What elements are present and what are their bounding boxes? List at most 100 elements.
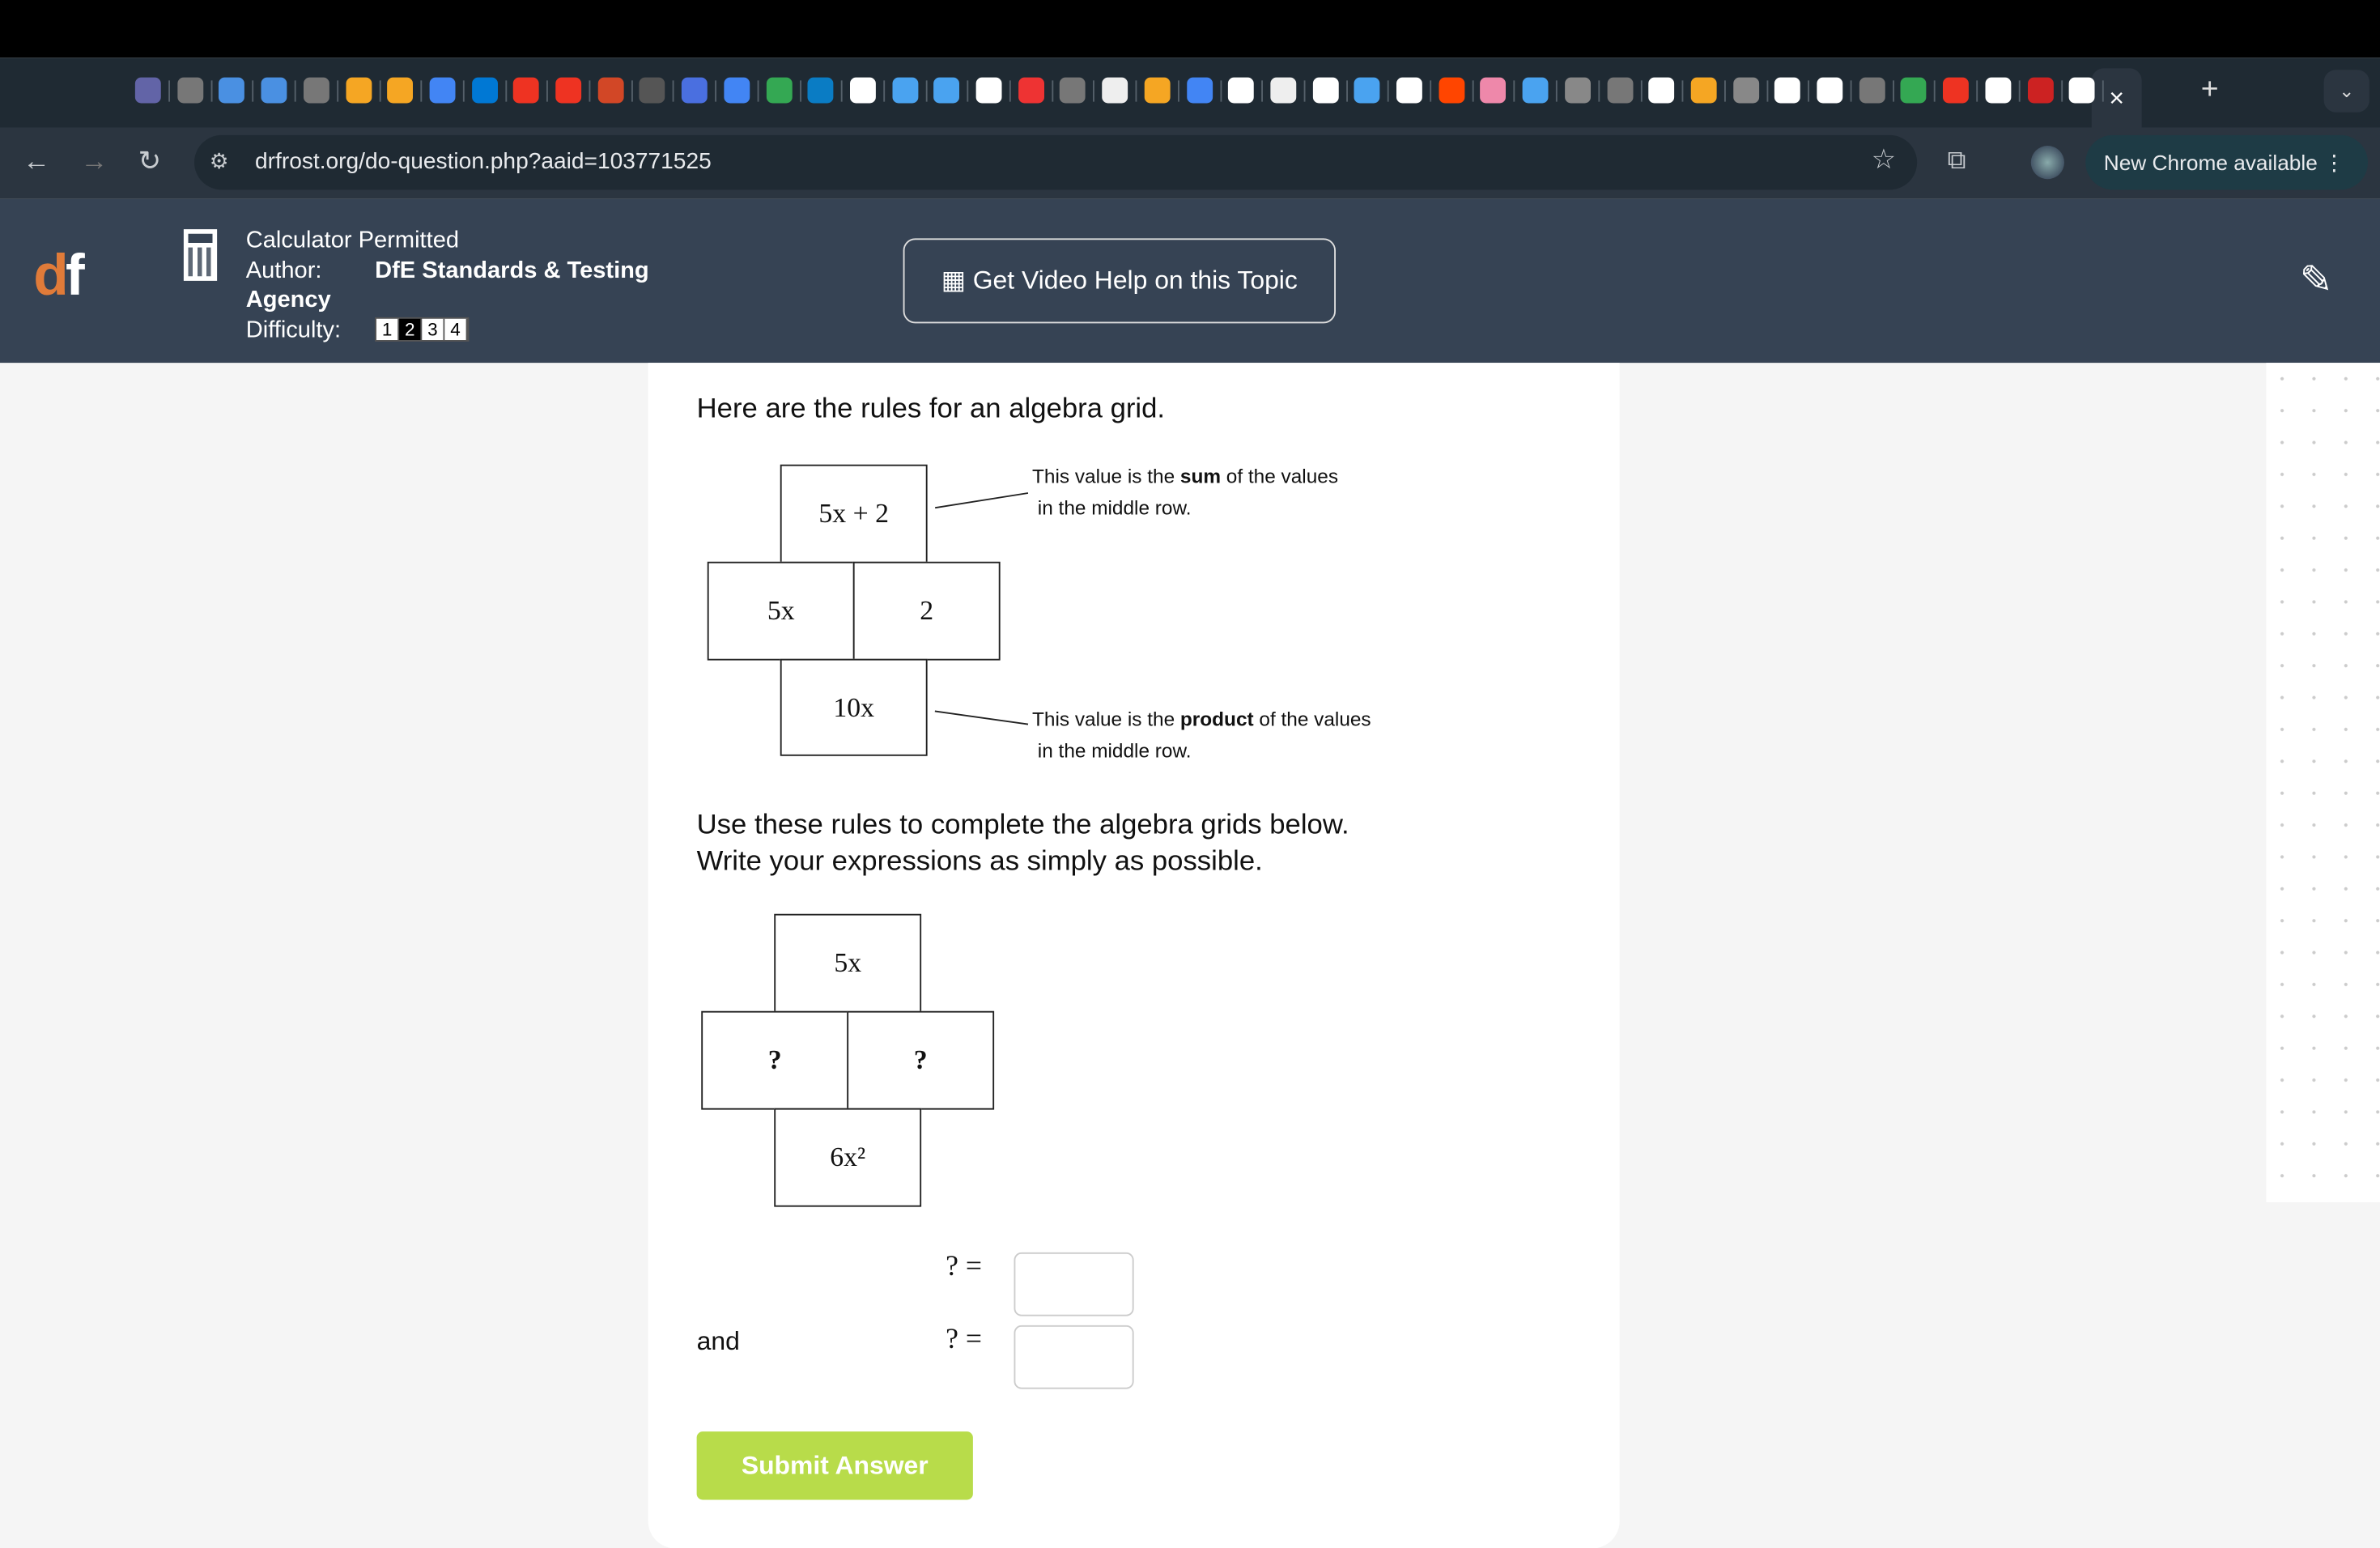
- avatar-icon[interactable]: [1732, 77, 1759, 104]
- asterisk-icon[interactable]: [219, 77, 245, 104]
- docs-icon[interactable]: [723, 77, 750, 104]
- tab-separator: [1009, 80, 1011, 102]
- back-icon[interactable]: ←: [23, 146, 50, 177]
- tab-separator: [589, 80, 591, 102]
- asterisk-icon[interactable]: [261, 77, 287, 104]
- new-chrome-button[interactable]: New Chrome available ⋮: [2085, 134, 2368, 190]
- bookmark-star-icon[interactable]: ☆: [1872, 144, 1896, 176]
- docs-icon[interactable]: [429, 77, 456, 104]
- answer-2-input[interactable]: [1014, 1325, 1134, 1389]
- q-icon[interactable]: [2027, 77, 2053, 104]
- new-tab-button[interactable]: +: [2201, 73, 2219, 108]
- tab-separator: [1556, 80, 1558, 102]
- example-bottom-cell: 10x: [780, 658, 928, 756]
- b-icon[interactable]: [1522, 77, 1549, 104]
- pen-icon[interactable]: ✎: [2300, 257, 2333, 304]
- chart-icon[interactable]: [1690, 77, 1717, 104]
- bitcoin-icon[interactable]: [387, 77, 414, 104]
- site-settings-icon[interactable]: ⚙: [210, 149, 229, 175]
- tab-separator: [631, 80, 633, 102]
- address-bar-row: ← → ↻ ⚙ drfrost.org/do-question.php?aaid…: [0, 127, 2380, 199]
- google-icon[interactable]: [849, 77, 876, 104]
- reddit-icon[interactable]: [1438, 77, 1464, 104]
- submit-answer-button[interactable]: Submit Answer: [696, 1431, 973, 1500]
- outlook-icon[interactable]: [471, 77, 498, 104]
- product-annotation: This value is the product of the values …: [1032, 707, 1371, 763]
- image-icon[interactable]: [1564, 77, 1591, 104]
- df-icon[interactable]: [1228, 77, 1255, 104]
- drfrost-logo[interactable]: df: [33, 245, 85, 310]
- tab-separator: [546, 80, 549, 102]
- tab-separator: [1388, 80, 1390, 102]
- maps-icon[interactable]: [1901, 77, 1927, 104]
- tab-separator: [883, 80, 885, 102]
- omnibox[interactable]: ⚙ drfrost.org/do-question.php?aaid=10377…: [194, 134, 1918, 190]
- tab-separator: [2060, 80, 2063, 102]
- tab-search-button[interactable]: ⌄: [2323, 70, 2369, 113]
- tab-separator: [336, 80, 338, 102]
- tab-separator: [462, 80, 465, 102]
- adobe-icon[interactable]: [513, 77, 540, 104]
- tab-separator: [168, 80, 170, 102]
- google-icon[interactable]: [1985, 77, 2011, 104]
- reload-icon[interactable]: ↻: [138, 146, 161, 177]
- tab-separator: [1639, 80, 1642, 102]
- df-icon[interactable]: [1396, 77, 1422, 104]
- teams-icon[interactable]: [134, 77, 161, 104]
- forward-icon[interactable]: →: [80, 146, 108, 177]
- globe-icon[interactable]: [303, 77, 329, 104]
- difficulty-level-1: 1: [376, 319, 400, 341]
- tab-separator: [2102, 80, 2105, 102]
- globe-icon[interactable]: [176, 77, 203, 104]
- g-icon[interactable]: [1648, 77, 1675, 104]
- extensions-icon[interactable]: ⧉: [1948, 146, 1966, 176]
- google-icon[interactable]: [1312, 77, 1338, 104]
- github-icon[interactable]: [1270, 77, 1297, 104]
- df-icon[interactable]: [1774, 77, 1801, 104]
- dot-grid-background: [2266, 363, 2380, 1202]
- docs-icon[interactable]: [1186, 77, 1213, 104]
- answer-1-input[interactable]: [1014, 1252, 1134, 1316]
- globe-icon[interactable]: [1859, 77, 1885, 104]
- e-icon[interactable]: [1480, 77, 1507, 104]
- active-tab[interactable]: ×: [2091, 68, 2142, 128]
- b-icon[interactable]: [1354, 77, 1380, 104]
- grid-top-cell: 5x: [774, 913, 922, 1013]
- example-top-cell: 5x + 2: [780, 464, 928, 563]
- adobe-icon[interactable]: [555, 77, 582, 104]
- tab-separator: [1514, 80, 1515, 102]
- notion-icon[interactable]: [1102, 77, 1128, 104]
- profile-avatar[interactable]: [2030, 146, 2064, 180]
- l-icon[interactable]: [1018, 77, 1044, 104]
- question-intro: Here are the rules for an algebra grid.: [696, 391, 1166, 424]
- powerpoint-icon[interactable]: [597, 77, 624, 104]
- video-help-button[interactable]: ▦ Get Video Help on this Topic: [903, 238, 1336, 324]
- adobe-icon[interactable]: [1943, 77, 1970, 104]
- globe-icon[interactable]: [1606, 77, 1633, 104]
- sum-annotation: This value is the sum of the values in t…: [1032, 464, 1339, 520]
- more-icon[interactable]: ⋮: [2323, 151, 2344, 175]
- new-chrome-label: New Chrome available: [2103, 150, 2318, 175]
- chart-icon[interactable]: [1144, 77, 1171, 104]
- drive-icon[interactable]: [765, 77, 792, 104]
- openai-icon[interactable]: [1817, 77, 1843, 104]
- bitcoin-icon[interactable]: [345, 77, 372, 104]
- tab-separator: [252, 80, 254, 102]
- edge-icon[interactable]: [807, 77, 834, 104]
- difficulty-indicator: 1234: [375, 317, 470, 342]
- close-tab-icon[interactable]: ×: [2109, 83, 2124, 113]
- answer-2-label: ? =: [946, 1324, 982, 1356]
- tab-separator: [1976, 80, 1978, 102]
- globe-icon[interactable]: [1060, 77, 1086, 104]
- google-icon[interactable]: [975, 77, 1002, 104]
- film-icon[interactable]: [640, 77, 665, 104]
- url-text[interactable]: drfrost.org/do-question.php?aaid=1037715…: [255, 149, 712, 175]
- film-icon: ▦: [941, 266, 966, 295]
- difficulty-level-4: 4: [444, 319, 468, 341]
- b-icon[interactable]: [891, 77, 918, 104]
- google-icon[interactable]: [2068, 77, 2095, 104]
- b-icon[interactable]: [933, 77, 960, 104]
- tab-separator: [924, 80, 927, 102]
- tab-separator: [378, 80, 380, 102]
- calendar-icon[interactable]: [682, 77, 708, 104]
